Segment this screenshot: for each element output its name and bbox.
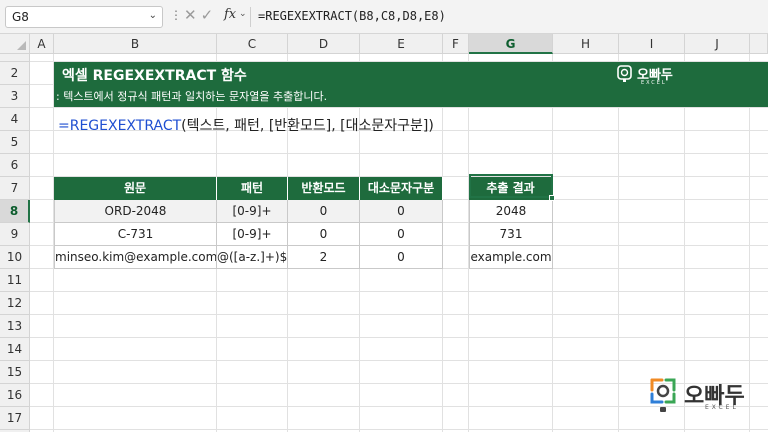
table-header-cell[interactable]: 대소문자구분 [360,177,443,200]
row-header-15[interactable]: 15 [0,361,30,384]
result-cell[interactable]: example.com [469,246,553,269]
row-header-10[interactable]: 10 [0,246,30,269]
select-all-corner[interactable] [0,34,30,54]
row-header-3[interactable]: 3 [0,85,30,108]
result-cell[interactable]: 2048 [469,200,553,223]
table-cell[interactable]: @([a-z.]+)$ [217,246,288,269]
chevron-down-icon[interactable]: ⌄ [239,9,247,19]
logo-icon [617,65,632,82]
banner-title: 엑셀 REGEXEXTRACT 함수 [62,68,247,84]
table-cell[interactable]: 0 [360,223,443,246]
grid-line-horizontal [30,360,768,361]
column-header-d[interactable]: D [288,34,360,54]
grid-line-vertical [684,54,685,432]
more-options-icon[interactable]: ⋮ [170,8,182,22]
row-header-8[interactable]: 8 [0,200,30,223]
syntax-arguments: (텍스트, 패턴, [반환모드], [대소문자구분]) [181,118,434,134]
function-syntax: =REGEXEXTRACT(텍스트, 패턴, [반환모드], [대소문자구분]) [58,115,434,135]
row-header-9[interactable]: 9 [0,223,30,246]
column-header-b[interactable]: B [54,34,217,54]
confirm-icon[interactable]: ✓ [201,6,218,24]
result-cell[interactable]: 731 [469,223,553,246]
row-header-13[interactable]: 13 [0,315,30,338]
table-cell[interactable]: ORD-2048 [54,200,217,223]
table-cell[interactable]: 0 [360,246,443,269]
banner-subtitle: : 텍스트에서 정규식 패턴과 일치하는 문자열을 추출합니다. [56,90,328,103]
column-header-filler [750,34,768,54]
formula-actions: ✕✓ [184,6,217,24]
table-cell[interactable]: 0 [360,200,443,223]
grid-line-horizontal [30,314,768,315]
banner-logo: 오빠두 EXCEL [617,65,673,86]
grid-line-vertical [618,54,619,432]
table-cell[interactable]: 0 [288,223,360,246]
column-header-g[interactable]: G [469,34,553,54]
footer-logo: 오빠두 EXCEL [648,376,745,417]
grid-line-horizontal [30,429,768,430]
fx-icon: fx [224,7,237,22]
table-header-cell[interactable]: 원문 [54,177,217,200]
column-header-e[interactable]: E [360,34,443,54]
table-cell[interactable]: [0-9]+ [217,223,288,246]
formula-bar: G8 ⌄ ⋮ ✕✓ fx ⌄ =REGEXEXTRACT(B8,C8,D8,E8… [0,0,768,34]
syntax-function-name: =REGEXEXTRACT [58,118,182,134]
column-header-a[interactable]: A [30,34,54,54]
table-cell[interactable]: 2 [288,246,360,269]
table-cell[interactable]: 0 [288,200,360,223]
column-header-j[interactable]: J [685,34,750,54]
grid-line-vertical [749,54,750,432]
grid-line-horizontal [30,337,768,338]
footer-logo-sub: EXCEL [705,404,739,411]
fill-handle[interactable] [549,195,555,201]
row-header-6[interactable]: 6 [0,154,30,177]
row-header-7[interactable]: 7 [0,177,30,200]
table-cell[interactable]: minseo.kim@example.com [54,246,217,269]
column-header-c[interactable]: C [217,34,288,54]
name-box-value: G8 [12,10,29,24]
grid-line-horizontal [30,153,768,154]
table-header-cell[interactable]: 패턴 [217,177,288,200]
table-header-cell[interactable]: 반환모드 [288,177,360,200]
cancel-icon[interactable]: ✕ [184,6,201,24]
formula-input[interactable]: =REGEXEXTRACT(B8,C8,D8,E8) [258,9,446,23]
banner-logo-sub: EXCEL [641,80,667,86]
column-header-i[interactable]: I [619,34,685,54]
table-cell[interactable]: [0-9]+ [217,200,288,223]
column-header-h[interactable]: H [553,34,619,54]
insert-function-button[interactable]: fx ⌄ [224,7,247,22]
chevron-down-icon[interactable]: ⌄ [149,10,157,21]
row-header-2[interactable]: 2 [0,62,30,85]
row-header-5[interactable]: 5 [0,131,30,154]
row-header-14[interactable]: 14 [0,338,30,361]
grid-line-horizontal [30,291,768,292]
select-all-icon [17,41,26,50]
table-cell[interactable]: C-731 [54,223,217,246]
grid-line-horizontal [30,107,768,108]
formula-divider [250,7,251,27]
row-header-1[interactable] [0,54,30,62]
name-box[interactable]: G8 ⌄ [5,6,163,28]
row-header-17[interactable]: 17 [0,407,30,430]
column-header-f[interactable]: F [443,34,469,54]
row-header-11[interactable]: 11 [0,269,30,292]
row-header-16[interactable]: 16 [0,384,30,407]
logo-icon [650,378,676,412]
row-header-12[interactable]: 12 [0,292,30,315]
row-header-4[interactable]: 4 [0,108,30,131]
result-header-cell[interactable]: 추출 결과 [469,177,553,200]
